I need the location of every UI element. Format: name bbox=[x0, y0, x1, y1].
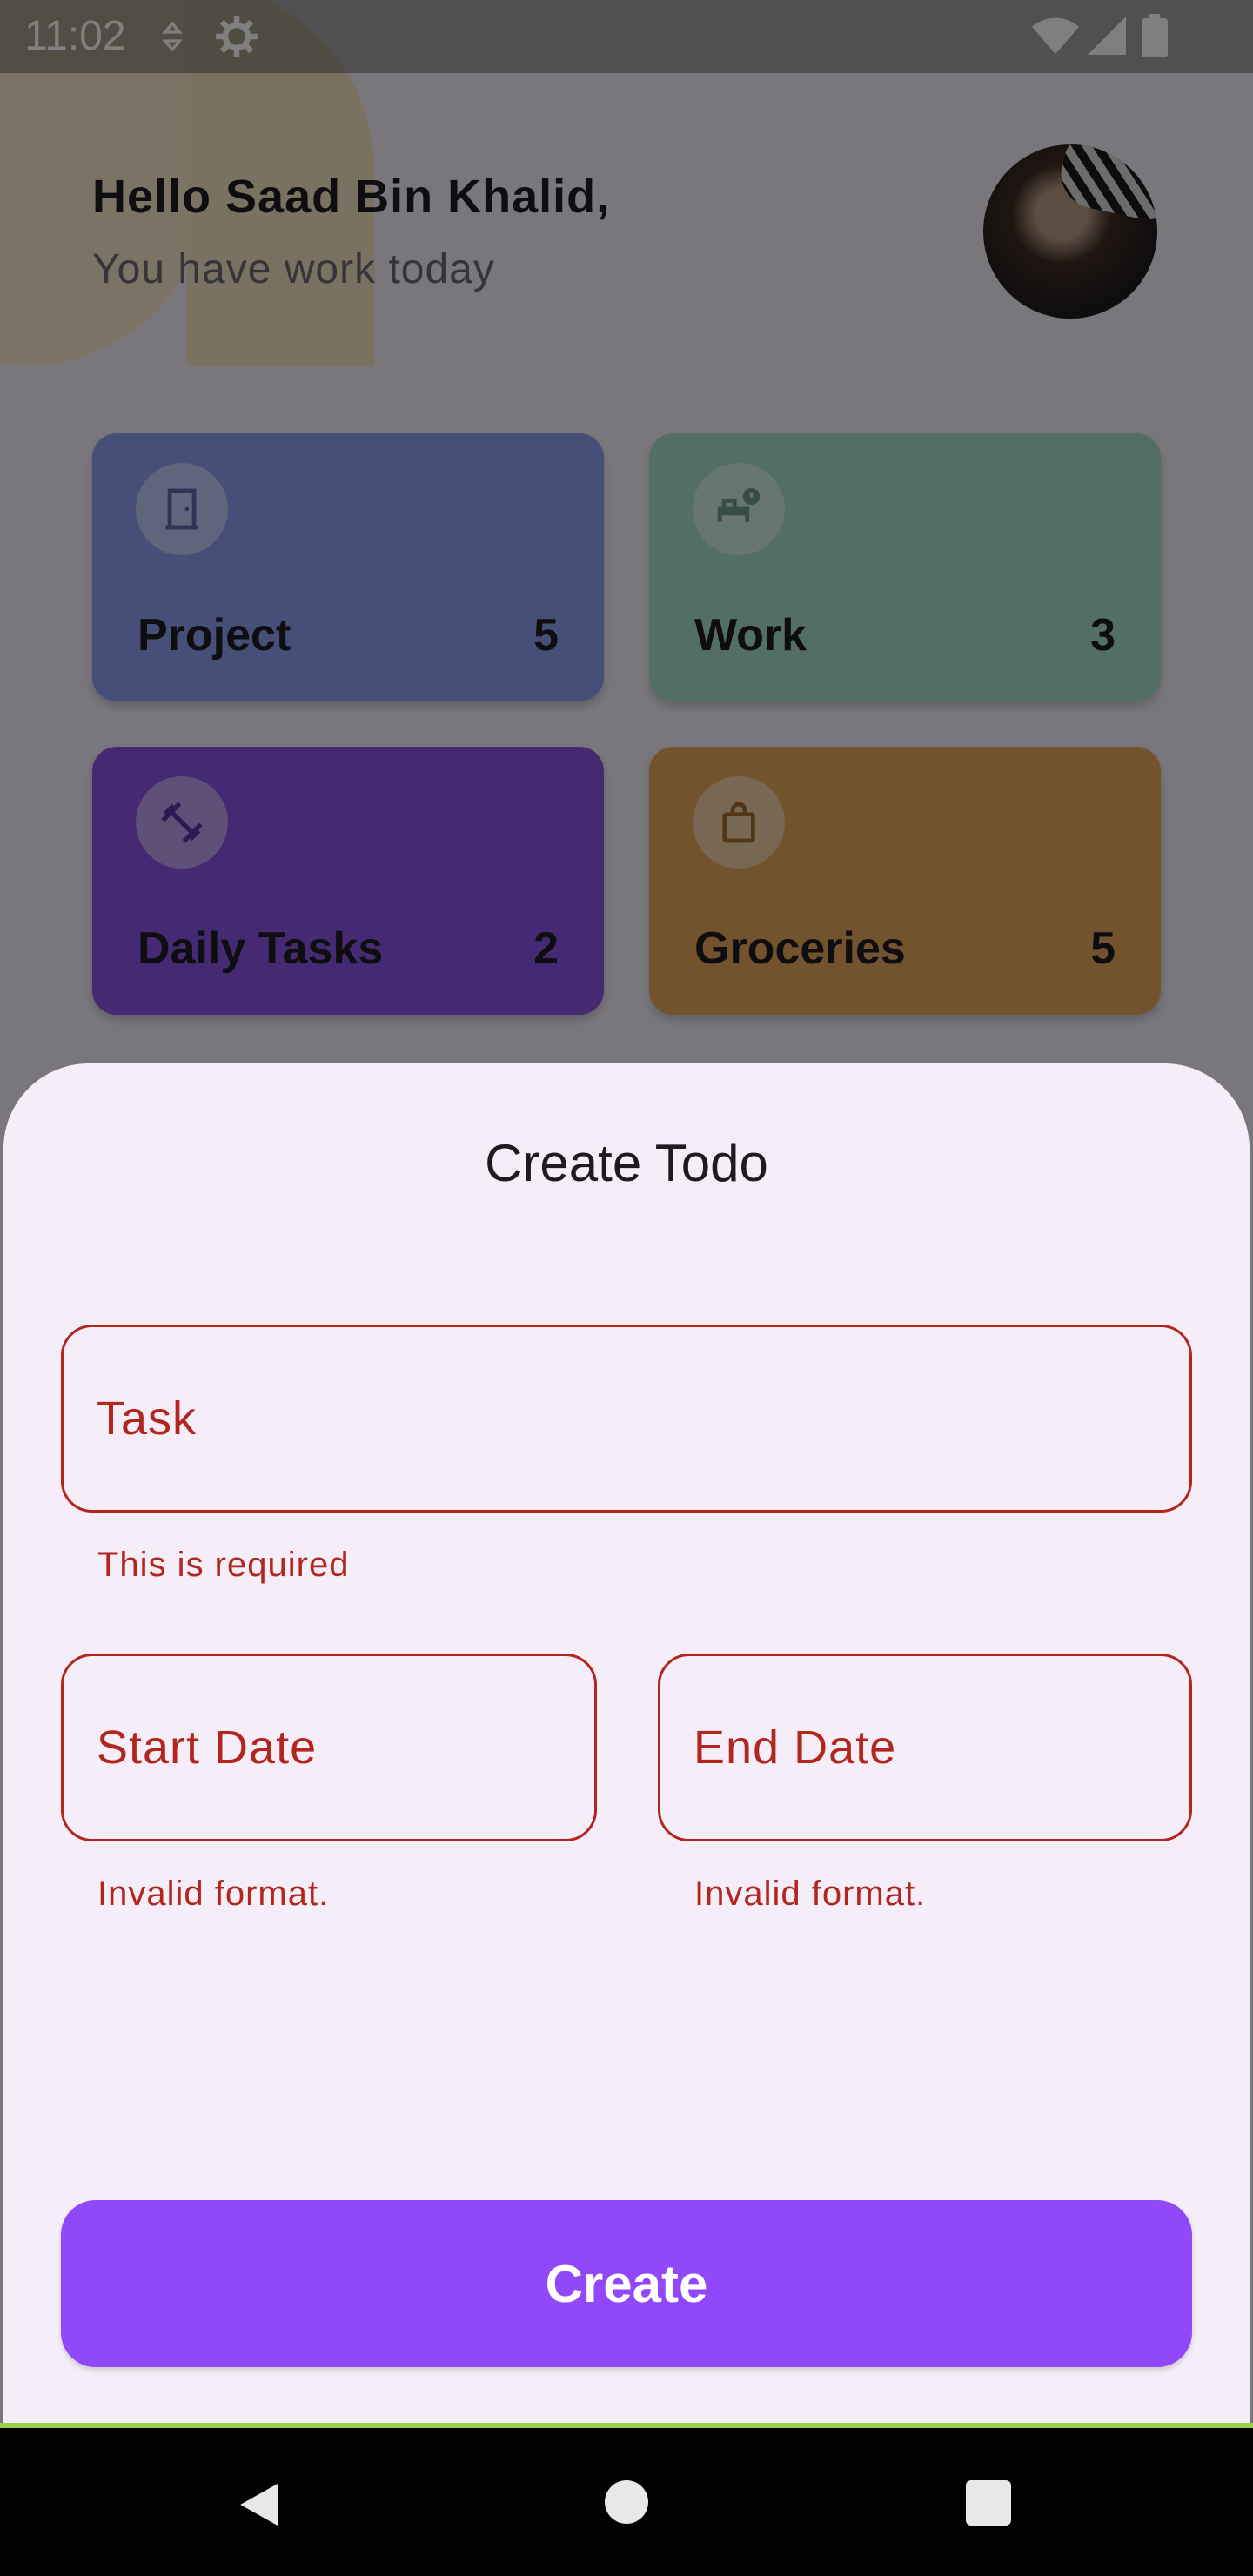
sheet-title: Create Todo bbox=[485, 1134, 768, 1192]
task-field[interactable] bbox=[61, 1325, 1192, 1513]
task-error-text: This is required bbox=[97, 1546, 350, 1584]
start-date-input[interactable] bbox=[97, 1656, 561, 1839]
end-date-field[interactable] bbox=[658, 1654, 1192, 1841]
start-date-error-text: Invalid format. bbox=[97, 1875, 330, 1913]
create-button[interactable]: Create bbox=[61, 2200, 1192, 2367]
end-date-error-text: Invalid format. bbox=[694, 1875, 927, 1913]
recents-icon[interactable] bbox=[966, 2480, 1011, 2526]
task-input[interactable] bbox=[97, 1327, 1156, 1510]
home-icon[interactable] bbox=[605, 2480, 648, 2524]
screen: Hello Saad Bin Khalid, You have work tod… bbox=[0, 0, 1253, 2576]
create-todo-sheet: Create Todo This is required Invalid for… bbox=[3, 1063, 1250, 2423]
back-icon[interactable] bbox=[235, 2479, 284, 2531]
end-date-input[interactable] bbox=[694, 1656, 1156, 1839]
start-date-field[interactable] bbox=[61, 1654, 597, 1841]
